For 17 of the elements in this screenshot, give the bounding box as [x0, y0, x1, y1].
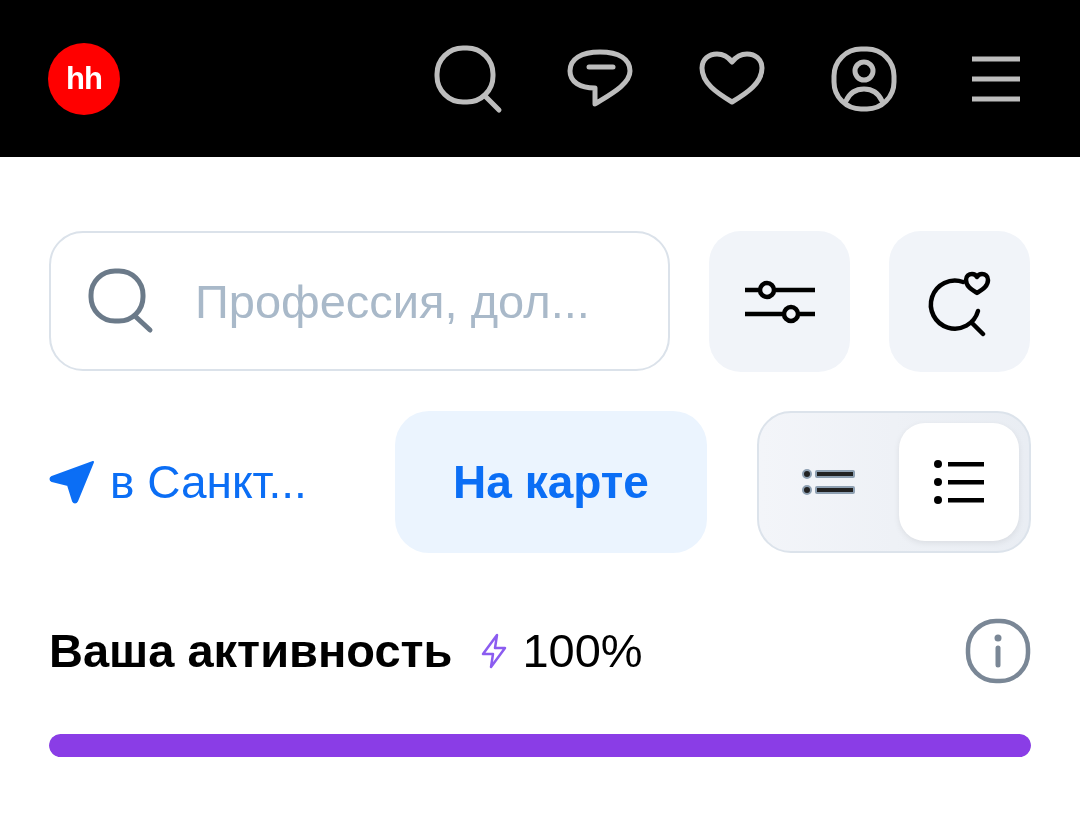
list-icon — [934, 460, 984, 504]
location-link[interactable]: в Санкт... — [49, 455, 307, 509]
view-option[interactable] — [899, 423, 1019, 541]
saved-search-button[interactable] — [889, 231, 1030, 372]
search-field[interactable]: Профессия, дол... — [49, 231, 670, 371]
sliders-icon — [744, 278, 815, 325]
filter-button[interactable] — [709, 231, 850, 372]
navigation-arrow-icon — [49, 460, 95, 504]
map-button[interactable]: На карте — [395, 411, 707, 553]
search-icon — [88, 268, 154, 334]
activity-title: Ваша активность — [49, 623, 453, 678]
compact-list-icon — [802, 466, 856, 498]
search-icon[interactable] — [433, 43, 503, 114]
lightning-icon — [480, 632, 509, 669]
info-icon[interactable] — [965, 617, 1031, 684]
activity-reading: 100% — [522, 623, 643, 678]
logo[interactable]: hh — [48, 42, 120, 115]
